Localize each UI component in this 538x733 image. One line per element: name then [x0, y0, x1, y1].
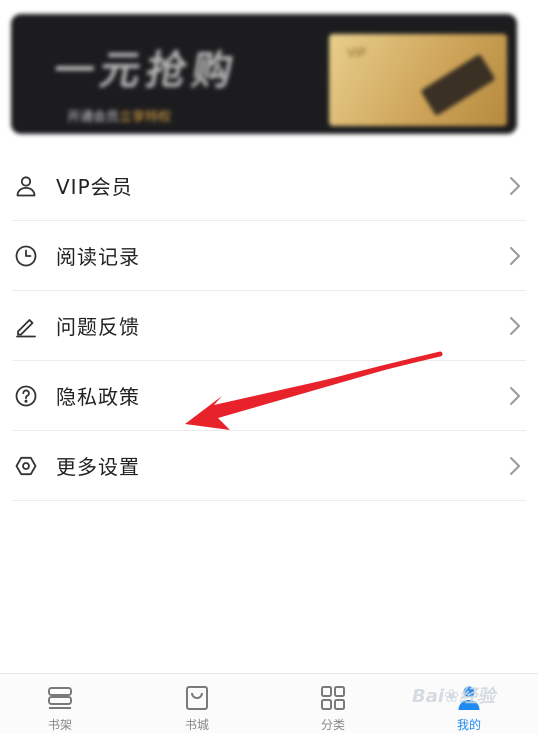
menu-item-label: 隐私政策 [56, 385, 140, 409]
menu-item-label: VIP会员 [56, 175, 133, 199]
grid-icon [318, 684, 348, 714]
vip-card-graphic: VIP [329, 34, 507, 126]
shopping-bag-icon [182, 684, 212, 714]
tab-bookshelf[interactable]: 书架 [0, 674, 120, 733]
settings-hexagon-icon [14, 454, 38, 478]
chevron-right-icon [510, 317, 520, 335]
chevron-right-icon [510, 247, 520, 265]
chevron-right-icon [510, 387, 520, 405]
bookshelf-icon [45, 684, 75, 714]
tab-label: 书架 [47, 718, 72, 732]
tab-label: 书城 [184, 718, 209, 732]
promo-banner[interactable]: 一元抢购 开通会员立享特权 VIP [11, 14, 517, 134]
chevron-right-icon [510, 457, 520, 475]
menu-item-more-settings[interactable]: 更多设置 [12, 431, 526, 501]
menu-item-vip[interactable]: VIP会员 [12, 151, 526, 221]
chevron-right-icon [510, 177, 520, 195]
menu-item-label: 问题反馈 [56, 315, 140, 339]
banner-subtitle-prefix: 开通会员 [67, 110, 120, 125]
tab-category[interactable]: 分类 [273, 674, 393, 733]
menu-item-reading-history[interactable]: 阅读记录 [12, 221, 526, 291]
banner-title: 一元抢购 [50, 48, 243, 94]
menu-item-privacy-policy[interactable]: 隐私政策 [12, 361, 526, 431]
help-circle-icon [14, 384, 38, 408]
tab-label: 分类 [320, 718, 345, 732]
menu-item-label: 阅读记录 [56, 245, 140, 269]
vip-card-label: VIP [347, 46, 366, 60]
tab-label: 我的 [456, 718, 481, 732]
menu-list: VIP会员 阅读记录 问题反馈 隐私政策 更多设置 [0, 151, 538, 501]
user-icon [14, 174, 38, 198]
banner-subtitle-highlight: 立享特权 [119, 110, 172, 125]
banner-subtitle: 开通会员立享特权 [67, 106, 171, 125]
tab-bookstore[interactable]: 书城 [137, 674, 257, 733]
watermark: Bai❀经验 [412, 686, 496, 707]
menu-item-label: 更多设置 [56, 455, 140, 479]
menu-item-feedback[interactable]: 问题反馈 [12, 291, 526, 361]
ticket-icon [420, 53, 496, 117]
clock-icon [14, 244, 38, 268]
pencil-icon [14, 314, 38, 338]
